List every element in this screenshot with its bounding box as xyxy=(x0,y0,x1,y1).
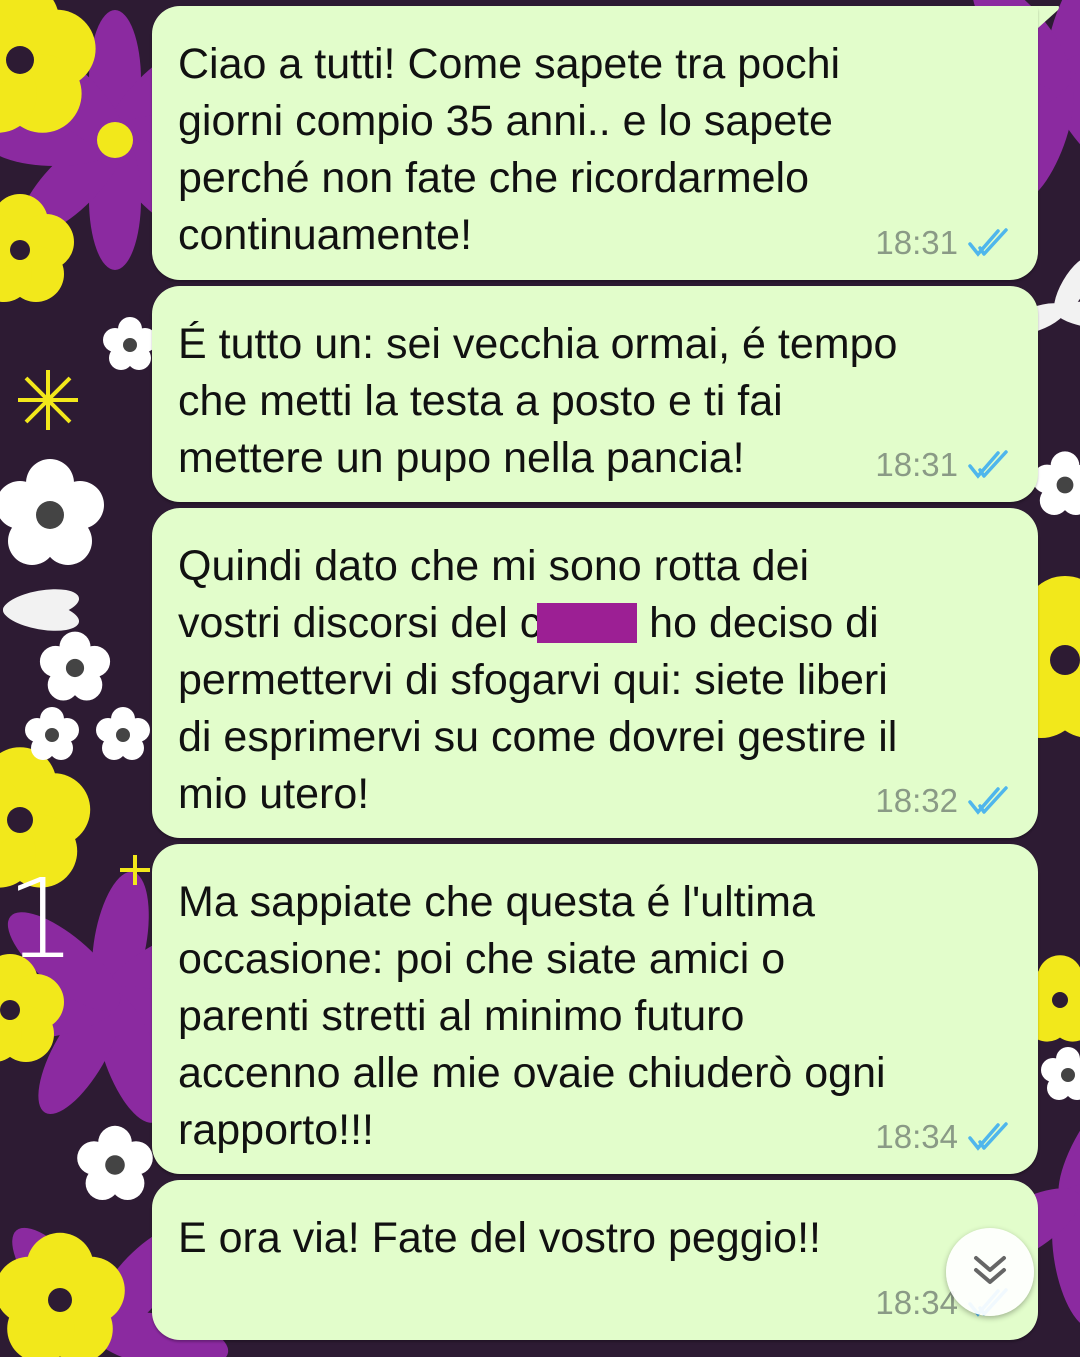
message-meta: 18:34 xyxy=(875,1118,1014,1156)
scroll-to-bottom-button[interactable] xyxy=(946,1228,1034,1316)
message-text: Ciao a tutti! Come sapete tra pochi gior… xyxy=(178,40,841,259)
double-check-icon xyxy=(968,1122,1014,1152)
double-check-icon xyxy=(968,450,1014,480)
message-time: 18:34 xyxy=(875,1118,958,1155)
message-time: 18:31 xyxy=(875,224,958,261)
double-chevron-down-icon xyxy=(970,1250,1010,1295)
message-time: 18:32 xyxy=(875,782,958,819)
message-bubble[interactable]: É tutto un: sei vecchia ormai, é tempo c… xyxy=(152,286,1038,502)
message-meta: 18:31 xyxy=(875,224,1014,262)
message-text: E ora via! Fate del vostro peggio!! xyxy=(178,1214,821,1262)
message-text: É tutto un: sei vecchia ormai, é tempo c… xyxy=(178,320,898,482)
message-bubble[interactable]: Ma sappiate che questa é l'ultima occasi… xyxy=(152,844,1038,1174)
message-bubble[interactable]: Ciao a tutti! Come sapete tra pochi gior… xyxy=(152,6,1038,280)
double-check-icon xyxy=(968,228,1014,258)
message-bubble[interactable]: Quindi dato che mi sono rotta dei vostri… xyxy=(152,508,1038,838)
message-bubble[interactable]: E ora via! Fate del vostro peggio!! 18:3… xyxy=(152,1180,1038,1340)
message-time: 18:31 xyxy=(875,446,958,483)
message-text: Quindi dato che mi sono rotta dei vostri… xyxy=(178,538,978,823)
annotation-number: 1 xyxy=(6,855,76,983)
message-meta: 18:32 xyxy=(875,782,1014,820)
message-time: 18:34 xyxy=(875,1284,958,1321)
message-text: Ma sappiate che questa é l'ultima occasi… xyxy=(178,878,886,1154)
message-meta: 18:31 xyxy=(875,446,1014,484)
redaction-box xyxy=(537,603,638,643)
double-check-icon xyxy=(968,786,1014,816)
